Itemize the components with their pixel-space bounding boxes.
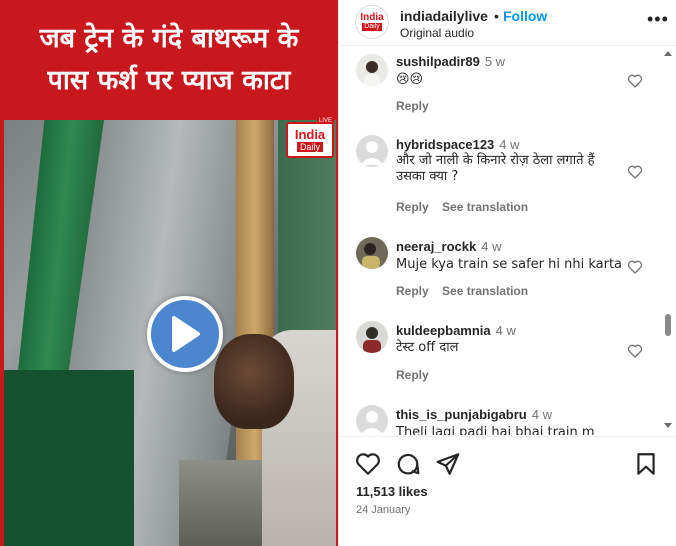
- post-username[interactable]: indiadailylive: [400, 8, 488, 24]
- comment-username[interactable]: kuldeepbamnia 4 w: [396, 323, 516, 338]
- comment-username-text[interactable]: sushilpadir89: [396, 54, 480, 69]
- play-button[interactable]: [147, 296, 223, 372]
- post-header: India Daily indiadailylive • Follow Orig…: [339, 0, 676, 46]
- comment-time: 4 w: [481, 239, 502, 254]
- comment-actions: Reply See translation: [396, 284, 538, 298]
- like-comment-heart-icon[interactable]: [627, 73, 643, 89]
- scroll-down-arrow-icon[interactable]: [664, 423, 672, 428]
- reply-button[interactable]: Reply: [396, 99, 429, 113]
- comment-username[interactable]: this_is_punjabigabru 4 w: [396, 407, 552, 422]
- default-avatar-icon: [360, 141, 384, 165]
- play-icon: [172, 316, 200, 352]
- comment-username-text[interactable]: kuldeepbamnia: [396, 323, 491, 338]
- comment-username-text[interactable]: this_is_punjabigabru: [396, 407, 527, 422]
- original-audio-link[interactable]: Original audio: [400, 26, 474, 40]
- like-comment-heart-icon[interactable]: [627, 343, 643, 359]
- header-separator: •: [494, 8, 499, 24]
- watermark-line-2: Daily: [296, 142, 323, 152]
- post-media[interactable]: जब ट्रेन के गंदे बाथरूम के पास फर्श पर प…: [0, 0, 338, 546]
- likes-count[interactable]: 11,513 likes: [356, 484, 428, 499]
- post-date: 24 January: [356, 504, 411, 516]
- more-options-icon[interactable]: •••: [647, 10, 669, 28]
- instagram-post-view: जब ट्रेन के गंदे बाथरूम के पास फर्श पर प…: [0, 0, 676, 546]
- like-comment-heart-icon[interactable]: [627, 164, 643, 180]
- see-translation-button[interactable]: See translation: [442, 284, 528, 298]
- avatar[interactable]: India Daily: [355, 5, 389, 39]
- comment-text: 😢😢: [396, 72, 424, 87]
- comment-time: 5 w: [484, 54, 506, 69]
- avatar-line-1: India: [360, 12, 384, 23]
- comment-username[interactable]: neeraj_rockk 4 w: [396, 239, 501, 254]
- comments-scrollbar[interactable]: [661, 47, 675, 435]
- headline-line-2: पास फर्श पर प्याज काटा: [47, 65, 291, 96]
- post-side-panel: India Daily indiadailylive • Follow Orig…: [338, 0, 676, 546]
- comment-username-text[interactable]: hybridspace123: [396, 137, 494, 152]
- scroll-up-arrow-icon[interactable]: [664, 51, 672, 56]
- video-scene-person-head: [214, 334, 294, 429]
- user-photo-icon: [356, 237, 388, 269]
- bookmark-icon[interactable]: [633, 451, 659, 477]
- see-translation-button[interactable]: See translation: [442, 200, 528, 214]
- avatar[interactable]: [356, 135, 388, 167]
- user-photo-icon: [356, 321, 388, 353]
- follow-button[interactable]: Follow: [503, 8, 547, 24]
- comment-username[interactable]: hybridspace123 4 w: [396, 137, 520, 152]
- headline-line-1: जब ट्रेन के गंदे बाथरूम के: [39, 23, 299, 54]
- default-avatar-icon: [360, 411, 384, 435]
- share-send-icon[interactable]: [435, 451, 461, 477]
- avatar-line-2: Daily: [362, 23, 382, 31]
- avatar[interactable]: [356, 54, 388, 86]
- comments-list[interactable]: sushilpadir89 5 w 😢😢 Reply hybridspace123…: [339, 47, 676, 435]
- comment-time: 4 w: [495, 323, 516, 338]
- channel-watermark-logo: LIVE India Daily: [286, 118, 334, 158]
- comment-text: Muje kya train se safer hi nhi karta: [396, 257, 623, 272]
- comment-icon[interactable]: [395, 451, 421, 477]
- reply-button[interactable]: Reply: [396, 200, 429, 214]
- user-photo-icon: [356, 54, 388, 86]
- avatar[interactable]: [356, 237, 388, 269]
- comment-text: Theli lagi padi hai bhai train m: [396, 425, 595, 435]
- avatar[interactable]: [356, 321, 388, 353]
- comment-actions: Reply See translation: [396, 200, 538, 214]
- comment-time: 4 w: [499, 137, 520, 152]
- comment-username[interactable]: sushilpadir89 5 w: [396, 54, 505, 69]
- reply-button[interactable]: Reply: [396, 368, 429, 382]
- comment-actions: Reply: [396, 99, 439, 113]
- avatar[interactable]: [356, 405, 388, 435]
- watermark-live: LIVE: [316, 118, 334, 124]
- scrollbar-thumb[interactable]: [665, 314, 671, 336]
- like-comment-heart-icon[interactable]: [627, 259, 643, 275]
- video-headline: जब ट्रेन के गंदे बाथरूम के पास फर्श पर प…: [0, 0, 338, 120]
- comment-text: और जो नाली के किनारे रोज़ ठेला लगाते हैं…: [396, 153, 595, 184]
- like-heart-icon[interactable]: [355, 451, 381, 477]
- comment-text: टेस्ट off दाल: [396, 340, 459, 355]
- comment-username-text[interactable]: neeraj_rockk: [396, 239, 476, 254]
- video-scene-floor-panel: [4, 370, 134, 546]
- post-actions-footer: 11,513 likes 24 January: [339, 436, 676, 546]
- watermark-line-1: India: [294, 127, 326, 142]
- comment-time: 4 w: [531, 407, 552, 422]
- comment-actions: Reply: [396, 368, 439, 382]
- reply-button[interactable]: Reply: [396, 284, 429, 298]
